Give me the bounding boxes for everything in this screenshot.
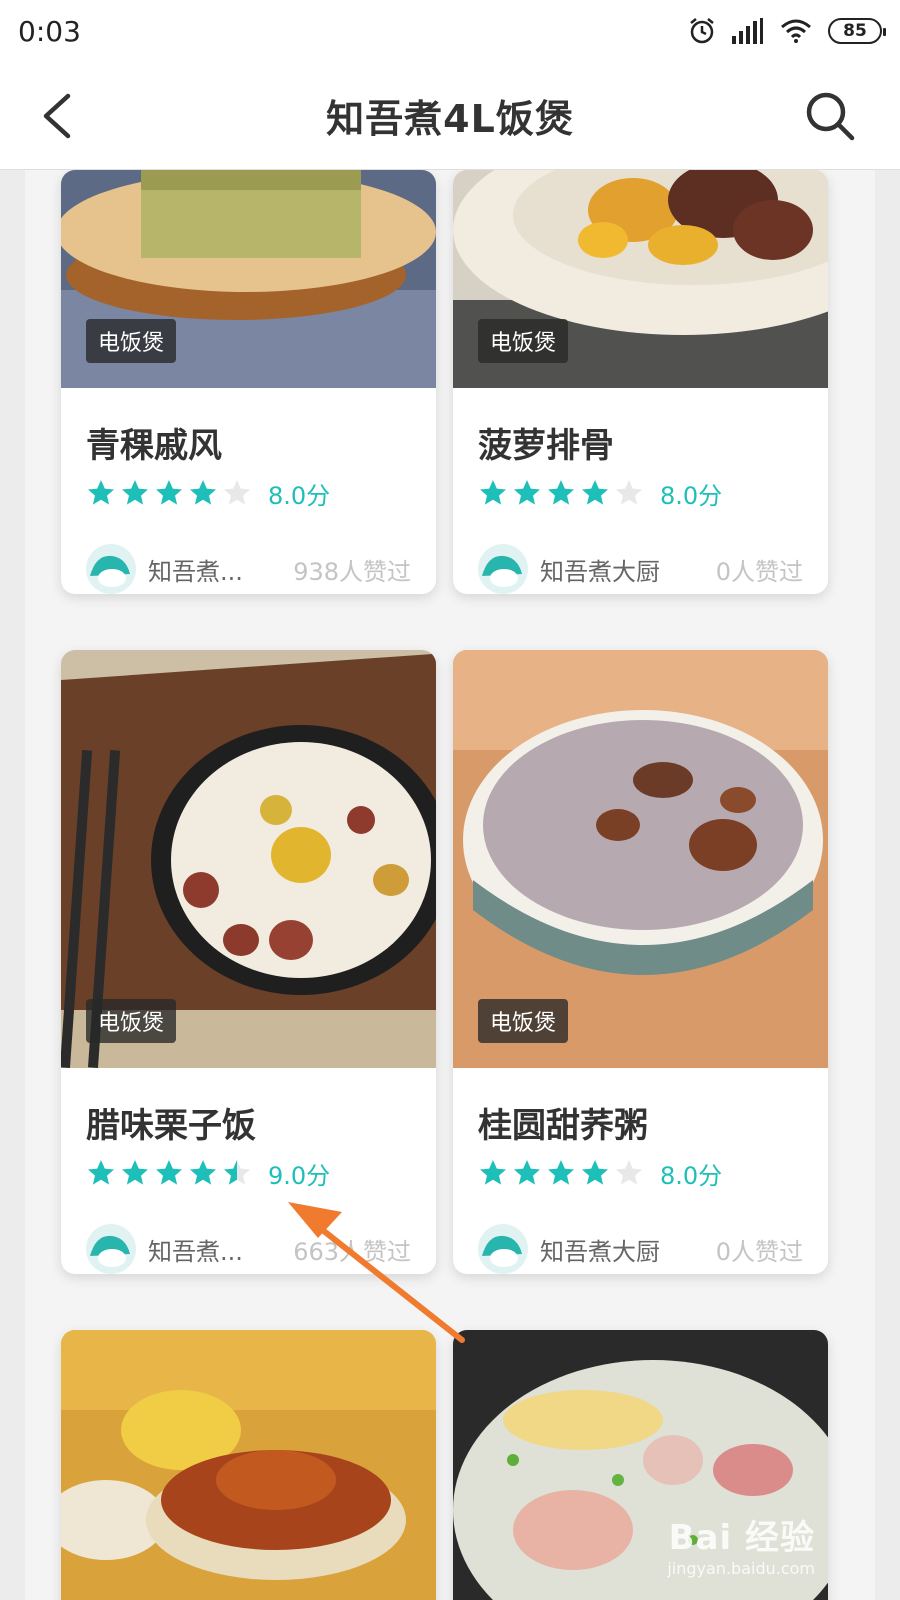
app-header: 知吾煮4L饭煲 bbox=[0, 62, 900, 170]
author-info: 知吾煮大厨 0人赞过 bbox=[478, 544, 828, 594]
rating-stars: 8.0分 bbox=[86, 476, 436, 510]
star-icon bbox=[224, 480, 250, 505]
avatar bbox=[86, 1224, 136, 1274]
avatar bbox=[86, 544, 136, 594]
star-icon bbox=[156, 1160, 182, 1185]
status-time: 0:03 bbox=[18, 14, 81, 48]
like-count: 0人赞过 bbox=[715, 1237, 803, 1266]
recipe-image: 电饭煲 bbox=[61, 170, 436, 388]
recipe-title: 桂圆甜荞粥 bbox=[478, 1106, 648, 1146]
alarm-icon bbox=[690, 18, 714, 44]
battery-indicator: 85 bbox=[828, 18, 886, 44]
recipe-score: 9.0分 bbox=[268, 1161, 331, 1190]
wifi-icon bbox=[781, 19, 811, 43]
rating-stars: 9.0分 bbox=[86, 1156, 436, 1190]
search-icon[interactable] bbox=[804, 90, 856, 142]
author-name: 知吾煮... bbox=[148, 1237, 243, 1266]
star-icon bbox=[548, 1160, 574, 1185]
author-info: 知吾煮大厨 0人赞过 bbox=[478, 1224, 828, 1274]
avatar bbox=[478, 544, 528, 594]
recipe-score: 8.0分 bbox=[660, 481, 723, 510]
recipe-image: 电饭煲 bbox=[61, 650, 436, 1068]
like-count: 663人赞过 bbox=[293, 1237, 411, 1266]
signal-icon bbox=[732, 18, 763, 44]
star-icon bbox=[480, 1160, 506, 1185]
author-name: 知吾煮... bbox=[148, 557, 243, 586]
category-tag: 电饭煲 bbox=[86, 999, 177, 1043]
recipe-score: 8.0分 bbox=[268, 481, 331, 510]
star-icon bbox=[548, 480, 574, 505]
author-name: 知吾煮大厨 bbox=[540, 557, 660, 586]
star-icon bbox=[88, 480, 114, 505]
star-icon bbox=[514, 1160, 540, 1185]
recipe-title: 青稞戚风 bbox=[86, 426, 222, 466]
category-tag: 电饭煲 bbox=[478, 999, 569, 1043]
recipe-image: 电饭煲 bbox=[453, 170, 828, 388]
rating-stars: 8.0分 bbox=[478, 476, 828, 510]
watermark-logo: Bai 经验 bbox=[668, 1518, 815, 1558]
recipe-title: 腊味栗子饭 bbox=[86, 1106, 256, 1146]
rating-stars: 8.0分 bbox=[478, 1156, 828, 1190]
recipe-score: 8.0分 bbox=[660, 1161, 723, 1190]
author-info: 知吾煮... 663人赞过 bbox=[86, 1224, 436, 1274]
star-icon bbox=[514, 480, 540, 505]
star-icon bbox=[480, 480, 506, 505]
star-icon bbox=[616, 480, 642, 505]
recipe-image: 电饭煲 bbox=[453, 650, 828, 1068]
recipe-card[interactable]: 电饭煲 菠萝排骨 8.0分 知吾煮大厨 0人赞过 bbox=[453, 170, 828, 594]
status-icons: 85 bbox=[688, 17, 886, 45]
author-name: 知吾煮大厨 bbox=[540, 1237, 660, 1266]
star-icon bbox=[582, 1160, 608, 1185]
like-count: 0人赞过 bbox=[715, 557, 803, 586]
status-bar: 0:03 85 bbox=[0, 0, 900, 62]
star-icon bbox=[122, 1160, 148, 1185]
recipe-image bbox=[61, 1330, 436, 1600]
category-tag: 电饭煲 bbox=[86, 319, 177, 363]
recipe-card[interactable] bbox=[61, 1330, 436, 1600]
recipe-grid: 电饭煲 青稞戚风 8.0分 知吾煮... 938人赞过 电饭煲 菠萝排骨 8.0… bbox=[25, 170, 875, 1600]
category-tag: 电饭煲 bbox=[478, 319, 569, 363]
like-count: 938人赞过 bbox=[293, 557, 411, 586]
back-icon[interactable] bbox=[38, 90, 78, 142]
recipe-card[interactable]: 电饭煲 腊味栗子饭 9.0分 知吾煮... 663人赞过 bbox=[61, 650, 436, 1274]
recipe-card[interactable]: 电饭煲 青稞戚风 8.0分 知吾煮... 938人赞过 bbox=[61, 170, 436, 594]
star-icon bbox=[616, 1160, 642, 1185]
recipe-title: 菠萝排骨 bbox=[478, 426, 614, 466]
watermark: Bai 经验 jingyan.baidu.com bbox=[667, 1510, 815, 1578]
star-icon bbox=[582, 480, 608, 505]
page-title: 知吾煮4L饭煲 bbox=[326, 97, 574, 141]
watermark-url: jingyan.baidu.com bbox=[667, 1559, 815, 1578]
star-icon bbox=[190, 480, 216, 505]
star-icon bbox=[224, 1160, 250, 1185]
recipe-card[interactable]: 电饭煲 桂圆甜荞粥 8.0分 知吾煮大厨 0人赞过 bbox=[453, 650, 828, 1274]
star-icon bbox=[122, 480, 148, 505]
star-icon bbox=[190, 1160, 216, 1185]
avatar bbox=[478, 1224, 528, 1274]
star-icon bbox=[156, 480, 182, 505]
star-icon bbox=[88, 1160, 114, 1185]
author-info: 知吾煮... 938人赞过 bbox=[86, 544, 436, 594]
